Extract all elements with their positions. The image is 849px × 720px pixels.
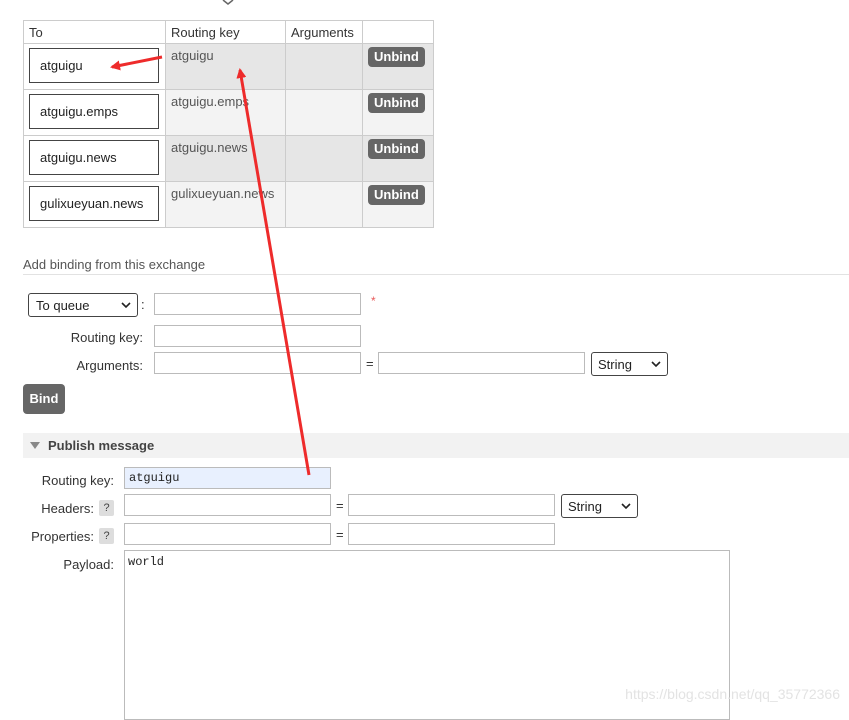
- annotation-arrow: [110, 55, 163, 71]
- annotation-arrow: [236, 68, 311, 476]
- watermark: https://blog.csdn.net/qq_35772366: [625, 686, 840, 702]
- annotation-arrows: [110, 55, 311, 476]
